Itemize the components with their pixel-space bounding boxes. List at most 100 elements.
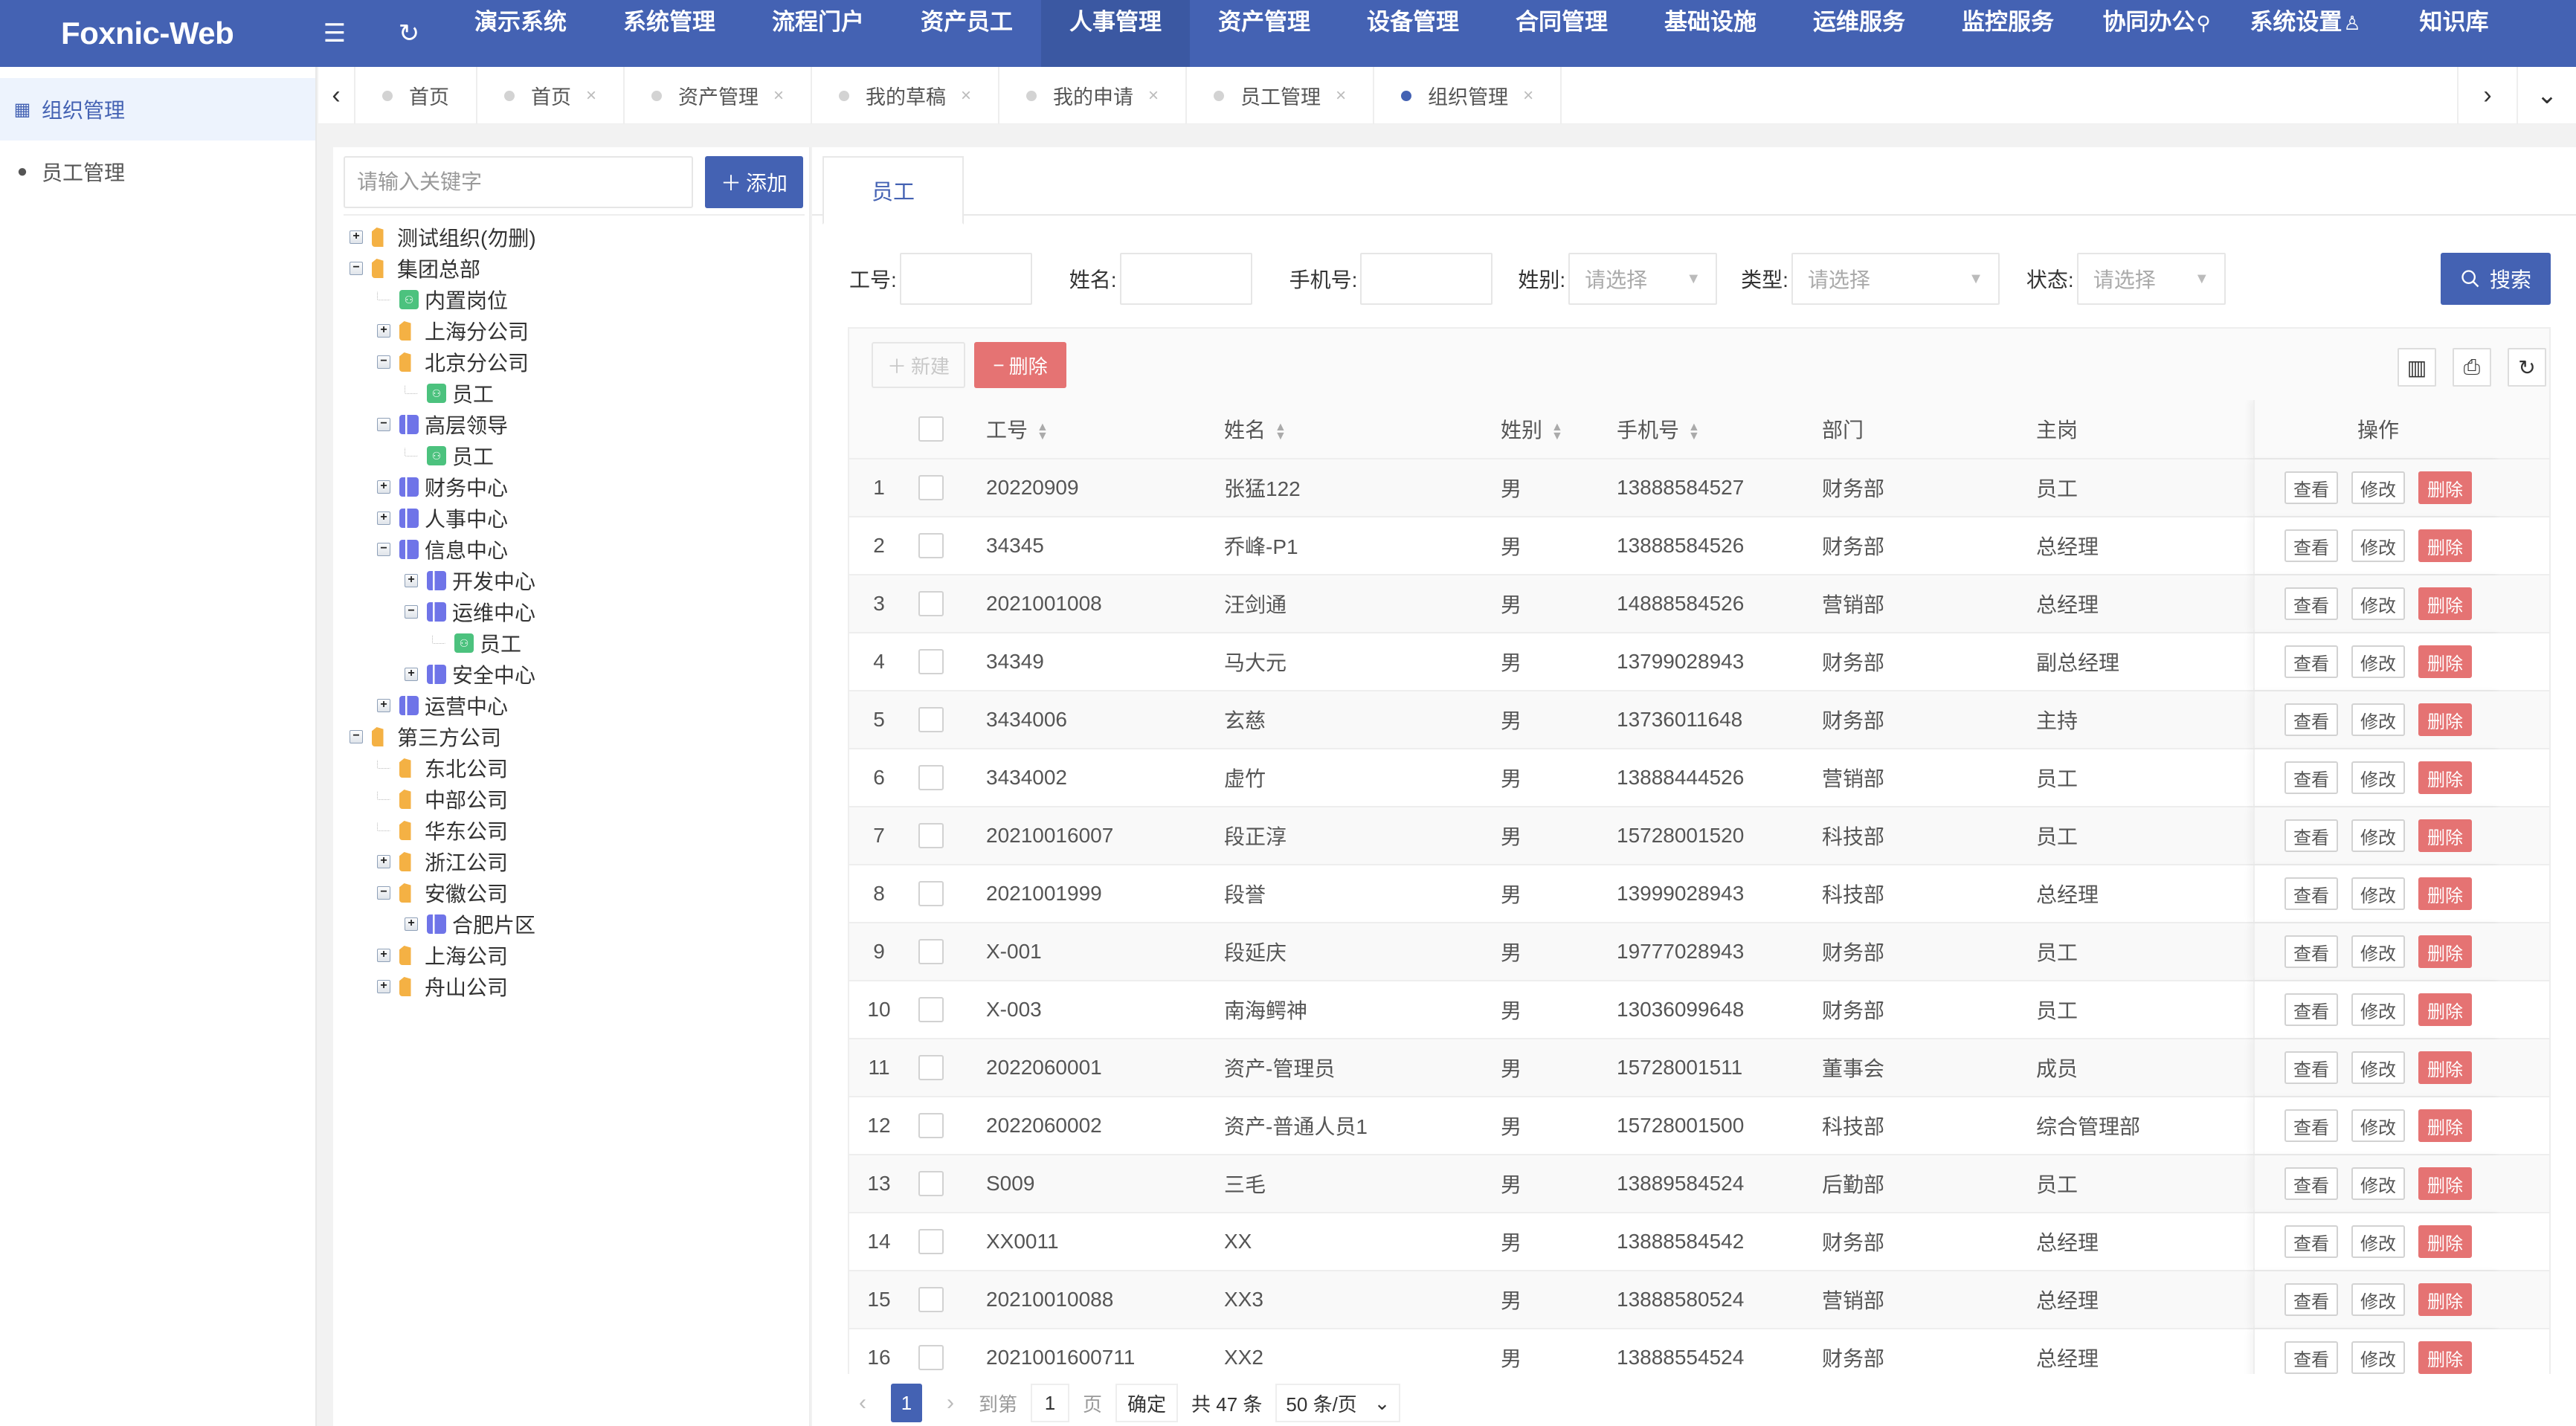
expand-icon[interactable]: +	[405, 574, 418, 587]
page-tab[interactable]: 首页 ×	[477, 67, 625, 124]
batch-delete-button[interactable]: − 删除	[974, 342, 1066, 388]
edit-button[interactable]: 修改	[2351, 471, 2405, 504]
table-row[interactable]: 9 X-001 段延庆 男 19777028943 财务部 员工 查看 修改 删…	[849, 923, 2549, 981]
col-phone[interactable]: 手机号 ▲ ▼	[1617, 414, 1822, 444]
page-tab[interactable]: 我的申请 ×	[999, 67, 1188, 124]
tree-node[interactable]: + 合肥片区	[344, 909, 805, 940]
tree-node[interactable]: ⚇ 内置岗位	[344, 284, 805, 315]
row-checkbox[interactable]	[918, 533, 944, 558]
refresh-icon[interactable]: ↻	[372, 19, 446, 48]
collapse-menu-icon[interactable]: ☰	[297, 19, 372, 48]
nav-item[interactable]: 运维服务	[1785, 0, 1933, 67]
delete-button[interactable]: 删除	[2418, 1225, 2472, 1258]
edit-button[interactable]: 修改	[2351, 587, 2405, 620]
view-button[interactable]: 查看	[2284, 703, 2338, 736]
nav-item[interactable]: 协同办公⚲	[2082, 0, 2231, 67]
tree-node[interactable]: 华东公司	[344, 815, 805, 846]
edit-button[interactable]: 修改	[2351, 1109, 2405, 1142]
close-icon[interactable]: ×	[773, 86, 784, 106]
delete-button[interactable]: 删除	[2418, 1167, 2472, 1200]
close-icon[interactable]: ×	[1148, 86, 1159, 106]
tree-node[interactable]: + 浙江公司	[344, 846, 805, 877]
delete-button[interactable]: 删除	[2418, 471, 2472, 504]
table-row[interactable]: 16 2021001600711 XX2 男 13888554524 财务部 总…	[849, 1329, 2549, 1374]
user-icon[interactable]: ♙	[2343, 12, 2360, 34]
page-tab[interactable]: 员工管理 ×	[1187, 67, 1375, 124]
sidebar-item-employee[interactable]: ● 员工管理	[0, 141, 315, 203]
row-checkbox[interactable]	[918, 881, 944, 906]
table-row[interactable]: 5 3434006 玄慈 男 13736011648 财务部 主持 查看 修改 …	[849, 691, 2549, 749]
phone-input[interactable]	[1360, 253, 1493, 305]
col-sex[interactable]: 姓别 ▲ ▼	[1501, 414, 1617, 444]
view-button[interactable]: 查看	[2284, 1225, 2338, 1258]
table-row[interactable]: 6 3434002 虚竹 男 13888444526 营销部 员工 查看 修改 …	[849, 749, 2549, 807]
row-checkbox[interactable]	[918, 649, 944, 674]
emp-no-input[interactable]	[899, 253, 1032, 305]
tab-employee[interactable]: 员工	[822, 156, 964, 225]
row-checkbox[interactable]	[918, 1055, 944, 1080]
col-name[interactable]: 姓名 ▲ ▼	[1224, 414, 1501, 444]
collapse-icon[interactable]: −	[377, 355, 390, 369]
page-tab[interactable]: 组织管理 ×	[1374, 67, 1562, 124]
view-button[interactable]: 查看	[2284, 935, 2338, 968]
tree-node[interactable]: ⚇ 员工	[344, 378, 805, 409]
tree-node[interactable]: − 高层领导	[344, 409, 805, 440]
delete-button[interactable]: 删除	[2418, 1341, 2472, 1374]
row-checkbox[interactable]	[918, 707, 944, 732]
tree-node[interactable]: + 上海公司	[344, 940, 805, 971]
nav-item[interactable]: 基础设施	[1636, 0, 1785, 67]
row-checkbox[interactable]	[918, 939, 944, 964]
row-checkbox[interactable]	[918, 823, 944, 848]
view-button[interactable]: 查看	[2284, 1341, 2338, 1374]
table-row[interactable]: 2 34345 乔峰-P1 男 13888584526 财务部 总经理 查看 修…	[849, 517, 2549, 575]
tree-node[interactable]: − 集团总部	[344, 253, 805, 284]
nav-item[interactable]: 设备管理	[1339, 0, 1487, 67]
tree-node[interactable]: − 第三方公司	[344, 721, 805, 752]
row-checkbox[interactable]	[918, 1287, 944, 1312]
view-button[interactable]: 查看	[2284, 761, 2338, 794]
tree-node[interactable]: ⚇ 员工	[344, 440, 805, 471]
goto-page-input[interactable]	[1031, 1384, 1070, 1422]
tree-node[interactable]: + 财务中心	[344, 471, 805, 503]
columns-filter-icon[interactable]: ▥	[2398, 348, 2436, 387]
edit-button[interactable]: 修改	[2351, 1051, 2405, 1084]
row-checkbox[interactable]	[918, 1345, 944, 1370]
new-button[interactable]: ＋ 新建	[872, 342, 965, 388]
tree-search-input[interactable]	[344, 156, 693, 208]
row-checkbox[interactable]	[918, 1171, 944, 1196]
nav-item[interactable]: 系统管理	[595, 0, 744, 67]
view-button[interactable]: 查看	[2284, 1167, 2338, 1200]
edit-button[interactable]: 修改	[2351, 935, 2405, 968]
delete-button[interactable]: 删除	[2418, 703, 2472, 736]
collapse-icon[interactable]: −	[377, 543, 390, 556]
nav-item[interactable]: 系统设置♙	[2231, 0, 2380, 67]
search-icon[interactable]: ⚲	[2196, 12, 2210, 34]
table-row[interactable]: 12 2022060002 资产-普通人员1 男 15728001500 科技部…	[849, 1097, 2549, 1155]
collapse-icon[interactable]: −	[350, 262, 363, 275]
tree-node[interactable]: + 人事中心	[344, 503, 805, 534]
row-checkbox[interactable]	[918, 1229, 944, 1254]
tab-scroll-right-icon[interactable]: ›	[2457, 67, 2517, 123]
sex-select[interactable]: 请选择 ▼	[1568, 253, 1718, 305]
tree-node[interactable]: + 运营中心	[344, 690, 805, 721]
delete-button[interactable]: 删除	[2418, 993, 2472, 1026]
view-button[interactable]: 查看	[2284, 877, 2338, 910]
view-button[interactable]: 查看	[2284, 645, 2338, 678]
next-page-icon[interactable]: ›	[936, 1390, 965, 1416]
view-button[interactable]: 查看	[2284, 1051, 2338, 1084]
tab-menu-chevron-icon[interactable]: ⌄	[2517, 67, 2576, 123]
view-button[interactable]: 查看	[2284, 471, 2338, 504]
expand-icon[interactable]: +	[377, 324, 390, 338]
row-checkbox[interactable]	[918, 1113, 944, 1138]
name-input[interactable]	[1119, 253, 1252, 305]
expand-icon[interactable]: +	[405, 668, 418, 681]
nav-item[interactable]: 资产管理	[1190, 0, 1339, 67]
tree-node[interactable]: + 安全中心	[344, 659, 805, 690]
collapse-icon[interactable]: −	[350, 730, 363, 743]
table-row[interactable]: 1 20220909 张猛122 男 13888584527 财务部 员工 查看…	[849, 459, 2549, 517]
edit-button[interactable]: 修改	[2351, 993, 2405, 1026]
add-org-button[interactable]: ＋ 添加	[705, 156, 803, 208]
close-icon[interactable]: ×	[961, 86, 971, 106]
edit-button[interactable]: 修改	[2351, 1167, 2405, 1200]
select-all-checkbox[interactable]	[918, 416, 944, 442]
